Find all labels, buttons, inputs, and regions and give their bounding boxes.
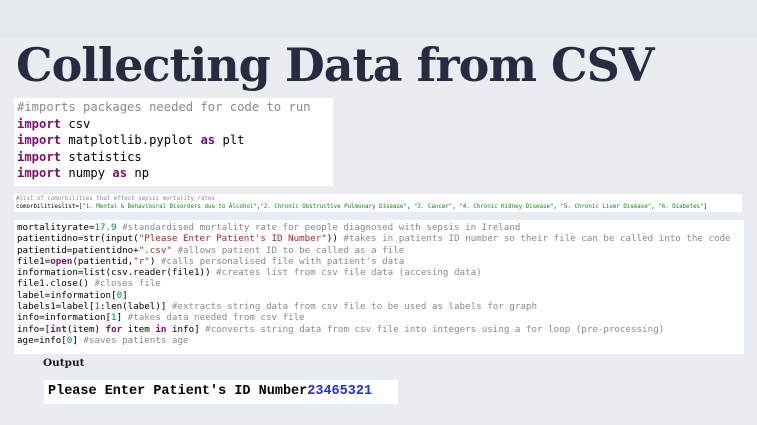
code-token: #list of comorbilities that effect sepsi… <box>16 196 215 202</box>
code-token: "Please Enter Patient's ID Number" <box>138 233 327 245</box>
code-line: file1=open(patientid,"r") #calls persona… <box>17 256 741 267</box>
code-line: mortalityrate=17.9 #standardised mortali… <box>17 222 741 233</box>
code-token: ] <box>116 312 128 324</box>
code-token: in <box>155 323 167 335</box>
code-token: age=info[ <box>17 334 67 346</box>
code-token: csv <box>61 116 91 131</box>
code-token: "1. Mental & Behavioural Disorders due t… <box>82 204 257 210</box>
code-token: np <box>127 166 150 180</box>
code-token: (item) <box>66 323 106 335</box>
code-token: plt <box>215 133 245 147</box>
code-token: #closes file <box>94 278 161 290</box>
output-label: Output <box>43 357 85 369</box>
code-token: for <box>105 323 123 335</box>
code-token: matplotlib.pyplot <box>61 133 201 147</box>
code-token: #converts string data from csv file into… <box>205 323 665 335</box>
code-token: #extracts string data from csv file to b… <box>171 301 537 313</box>
code-line: import statistics <box>17 149 330 166</box>
console-output: Please Enter Patient's ID Number23465321 <box>44 380 398 404</box>
code-token: as <box>112 166 128 180</box>
code-line: info=[int(item) for item in info] #conve… <box>17 324 741 335</box>
entered-patient-id: 23465321 <box>307 384 373 399</box>
code-line: patientid=patientidno+".csv" #allows pat… <box>17 245 741 256</box>
code-token: , <box>553 204 561 210</box>
code-line: labels1=label[1:len(label)] #extracts st… <box>17 301 741 312</box>
code-line: #list of comorbilities that effect sepsi… <box>16 195 740 203</box>
code-token: information=list(csv.reader(file1)) <box>17 267 217 279</box>
code-token: import <box>17 166 62 180</box>
comorbidities-code-block: #list of comorbilities that effect sepsi… <box>14 194 742 212</box>
code-token: 17.9 <box>94 222 117 233</box>
code-token: item <box>122 323 156 335</box>
code-token: ] <box>72 334 84 346</box>
code-token: import <box>17 133 62 147</box>
code-token: ) <box>149 255 161 267</box>
code-token: #takes in patients ID number so their fi… <box>343 233 731 245</box>
code-token: ] <box>703 204 708 210</box>
code-line: age=info[0] #saves patients age <box>17 335 741 346</box>
code-token: info=information[ <box>17 312 112 324</box>
code-token: import <box>17 149 62 164</box>
code-token: statistics <box>61 149 142 164</box>
code-token: "3. Cancer" <box>413 204 453 210</box>
code-line: import matplotlib.pyplot as plt <box>17 132 330 149</box>
code-token: #creates list from csv file data (accesi… <box>216 267 482 279</box>
code-token: patientidno=str(input( <box>17 233 139 245</box>
code-token: as <box>200 133 216 147</box>
code-token: file1= <box>17 255 51 267</box>
code-token: file1.close() <box>17 278 95 290</box>
code-line: import numpy as np <box>17 165 330 182</box>
code-token: info=[ <box>17 323 51 335</box>
code-token: , <box>406 204 414 210</box>
code-token: info] <box>166 323 206 335</box>
code-token: "4. Chronic Kidney Disease" <box>459 204 554 210</box>
code-line: file1.close() #closes file <box>17 278 741 289</box>
code-token: numpy <box>61 166 113 180</box>
slide-title: Collecting Data from CSV <box>16 38 655 92</box>
code-token: labels1=label[ <box>17 301 95 313</box>
code-token: :len(label)] <box>100 301 172 313</box>
code-token: )) <box>326 233 344 245</box>
code-line: patientidno=str(input("Please Enter Pati… <box>17 233 741 244</box>
code-token: label=information[ <box>17 289 117 301</box>
code-token: ".csv" <box>138 244 172 256</box>
imports-code-block: #imports packages needed for code to run… <box>14 98 333 186</box>
code-token: "2. Chronic Obstructive Pulmonary Diseas… <box>260 204 407 210</box>
code-line: information=list(csv.reader(file1)) #cre… <box>17 267 741 278</box>
code-token: open <box>50 255 73 267</box>
code-token: comorbilitieslist=[ <box>16 204 83 210</box>
code-token: #allows patient ID to be called as a fil… <box>171 244 405 256</box>
code-line: label=information[0] <box>17 290 741 301</box>
code-line: import csv <box>17 116 330 133</box>
code-token: mortalityrate= <box>17 222 95 233</box>
input-prompt-text: Please Enter Patient's ID Number <box>48 384 308 399</box>
code-line: comorbilitieslist=["1. Mental & Behaviou… <box>16 203 740 211</box>
code-token: #imports packages needed for code to run <box>17 100 311 114</box>
data-collection-code-block: mortalityrate=17.9 #standardised mortali… <box>14 220 744 354</box>
code-token: #calls personalised file with patient's … <box>160 255 405 267</box>
code-token: "r" <box>133 255 150 267</box>
code-token: #standardised mortality rate for people … <box>116 222 521 233</box>
code-token: "6. Diabetes" <box>658 204 704 210</box>
code-token: (patientid, <box>72 255 134 267</box>
code-token: import <box>17 116 62 131</box>
code-line: #imports packages needed for code to run <box>17 99 330 116</box>
code-token: #takes data needed from csv file <box>127 312 305 324</box>
code-token: "5. Chronic Liver Disease" <box>560 204 652 210</box>
slide-header-band <box>0 0 757 38</box>
code-line: info=information[1] #takes data needed f… <box>17 312 741 323</box>
code-token: patientid=patientidno+ <box>17 244 139 256</box>
code-token: int <box>50 323 67 335</box>
code-token: ] <box>122 289 128 301</box>
code-token: #saves patients age <box>83 334 189 346</box>
